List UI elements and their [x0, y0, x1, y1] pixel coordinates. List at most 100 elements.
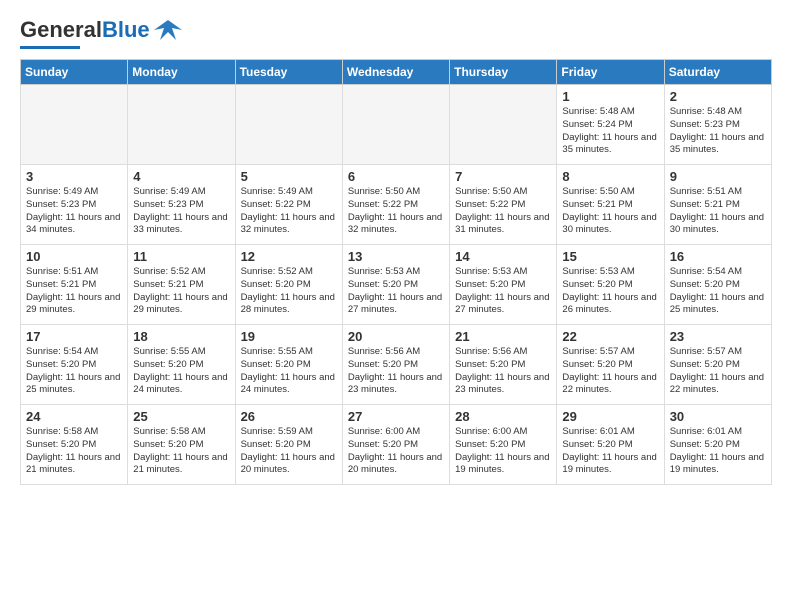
logo: GeneralBlue [20, 16, 182, 49]
day-info: Sunrise: 5:57 AM Sunset: 5:20 PM Dayligh… [562, 346, 658, 397]
day-number: 8 [562, 169, 658, 184]
day-info: Sunrise: 5:58 AM Sunset: 5:20 PM Dayligh… [26, 426, 122, 477]
day-number: 20 [348, 329, 444, 344]
col-header-saturday: Saturday [664, 60, 771, 85]
week-row-4: 24 Sunrise: 5:58 AM Sunset: 5:20 PM Dayli… [21, 405, 772, 485]
day-number: 21 [455, 329, 551, 344]
day-info: Sunrise: 5:55 AM Sunset: 5:20 PM Dayligh… [133, 346, 229, 397]
day-number: 29 [562, 409, 658, 424]
day-info: Sunrise: 5:49 AM Sunset: 5:22 PM Dayligh… [241, 186, 337, 237]
day-info: Sunrise: 5:52 AM Sunset: 5:20 PM Dayligh… [241, 266, 337, 317]
day-number: 28 [455, 409, 551, 424]
calendar-cell: 25 Sunrise: 5:58 AM Sunset: 5:20 PM Dayli… [128, 405, 235, 485]
day-number: 11 [133, 249, 229, 264]
col-header-monday: Monday [128, 60, 235, 85]
calendar-cell: 22 Sunrise: 5:57 AM Sunset: 5:20 PM Dayli… [557, 325, 664, 405]
day-info: Sunrise: 5:57 AM Sunset: 5:20 PM Dayligh… [670, 346, 766, 397]
day-number: 24 [26, 409, 122, 424]
day-number: 30 [670, 409, 766, 424]
calendar-cell: 8 Sunrise: 5:50 AM Sunset: 5:21 PM Daylig… [557, 165, 664, 245]
calendar-cell: 27 Sunrise: 6:00 AM Sunset: 5:20 PM Dayli… [342, 405, 449, 485]
logo-blue: Blue [102, 17, 150, 42]
calendar-cell: 28Sunrise: 6:00 AM Sunset: 5:20 PM Dayli… [450, 405, 557, 485]
calendar-cell: 23 Sunrise: 5:57 AM Sunset: 5:20 PM Dayli… [664, 325, 771, 405]
calendar-table: SundayMondayTuesdayWednesdayThursdayFrid… [20, 59, 772, 485]
col-header-thursday: Thursday [450, 60, 557, 85]
col-header-tuesday: Tuesday [235, 60, 342, 85]
calendar-cell: 24 Sunrise: 5:58 AM Sunset: 5:20 PM Dayli… [21, 405, 128, 485]
day-info: Sunrise: 5:51 AM Sunset: 5:21 PM Dayligh… [670, 186, 766, 237]
day-number: 7 [455, 169, 551, 184]
calendar-cell: 6Sunrise: 5:50 AM Sunset: 5:22 PM Daylig… [342, 165, 449, 245]
day-info: Sunrise: 5:49 AM Sunset: 5:23 PM Dayligh… [133, 186, 229, 237]
calendar-cell: 7 Sunrise: 5:50 AM Sunset: 5:22 PM Daylig… [450, 165, 557, 245]
day-info: Sunrise: 5:55 AM Sunset: 5:20 PM Dayligh… [241, 346, 337, 397]
calendar-cell: 14Sunrise: 5:53 AM Sunset: 5:20 PM Dayli… [450, 245, 557, 325]
day-number: 4 [133, 169, 229, 184]
day-info: Sunrise: 5:58 AM Sunset: 5:20 PM Dayligh… [133, 426, 229, 477]
day-number: 12 [241, 249, 337, 264]
day-info: Sunrise: 6:01 AM Sunset: 5:20 PM Dayligh… [670, 426, 766, 477]
day-number: 25 [133, 409, 229, 424]
day-number: 5 [241, 169, 337, 184]
calendar-cell: 3 Sunrise: 5:49 AM Sunset: 5:23 PM Daylig… [21, 165, 128, 245]
col-header-friday: Friday [557, 60, 664, 85]
calendar-cell: 4 Sunrise: 5:49 AM Sunset: 5:23 PM Daylig… [128, 165, 235, 245]
calendar-cell: 18 Sunrise: 5:55 AM Sunset: 5:20 PM Dayli… [128, 325, 235, 405]
day-info: Sunrise: 5:56 AM Sunset: 5:20 PM Dayligh… [348, 346, 444, 397]
day-info: Sunrise: 5:54 AM Sunset: 5:20 PM Dayligh… [26, 346, 122, 397]
calendar-cell: 29Sunrise: 6:01 AM Sunset: 5:20 PM Dayli… [557, 405, 664, 485]
day-number: 3 [26, 169, 122, 184]
day-number: 23 [670, 329, 766, 344]
calendar-cell: 1 Sunrise: 5:48 AM Sunset: 5:24 PM Daylig… [557, 85, 664, 165]
day-info: Sunrise: 5:49 AM Sunset: 5:23 PM Dayligh… [26, 186, 122, 237]
calendar-cell [235, 85, 342, 165]
logo-bird-icon [154, 16, 182, 44]
day-number: 1 [562, 89, 658, 104]
day-info: Sunrise: 5:50 AM Sunset: 5:22 PM Dayligh… [455, 186, 551, 237]
day-number: 18 [133, 329, 229, 344]
day-number: 6 [348, 169, 444, 184]
week-row-0: 1 Sunrise: 5:48 AM Sunset: 5:24 PM Daylig… [21, 85, 772, 165]
calendar-cell: 15Sunrise: 5:53 AM Sunset: 5:20 PM Dayli… [557, 245, 664, 325]
calendar-cell: 9 Sunrise: 5:51 AM Sunset: 5:21 PM Daylig… [664, 165, 771, 245]
day-info: Sunrise: 5:53 AM Sunset: 5:20 PM Dayligh… [562, 266, 658, 317]
calendar-cell: 21 Sunrise: 5:56 AM Sunset: 5:20 PM Dayli… [450, 325, 557, 405]
day-number: 14 [455, 249, 551, 264]
calendar-cell: 10Sunrise: 5:51 AM Sunset: 5:21 PM Dayli… [21, 245, 128, 325]
day-info: Sunrise: 5:59 AM Sunset: 5:20 PM Dayligh… [241, 426, 337, 477]
day-info: Sunrise: 6:00 AM Sunset: 5:20 PM Dayligh… [348, 426, 444, 477]
day-info: Sunrise: 5:48 AM Sunset: 5:23 PM Dayligh… [670, 106, 766, 157]
day-number: 16 [670, 249, 766, 264]
calendar-cell: 2 Sunrise: 5:48 AM Sunset: 5:23 PM Daylig… [664, 85, 771, 165]
calendar-cell: 19 Sunrise: 5:55 AM Sunset: 5:20 PM Dayli… [235, 325, 342, 405]
week-row-1: 3 Sunrise: 5:49 AM Sunset: 5:23 PM Daylig… [21, 165, 772, 245]
day-number: 27 [348, 409, 444, 424]
day-info: Sunrise: 5:50 AM Sunset: 5:21 PM Dayligh… [562, 186, 658, 237]
header: GeneralBlue [20, 16, 772, 49]
calendar-cell [450, 85, 557, 165]
calendar-cell: 16 Sunrise: 5:54 AM Sunset: 5:20 PM Dayli… [664, 245, 771, 325]
day-number: 2 [670, 89, 766, 104]
day-number: 17 [26, 329, 122, 344]
calendar-cell [21, 85, 128, 165]
day-info: Sunrise: 5:53 AM Sunset: 5:20 PM Dayligh… [348, 266, 444, 317]
day-info: Sunrise: 5:48 AM Sunset: 5:24 PM Dayligh… [562, 106, 658, 157]
calendar-cell: 26 Sunrise: 5:59 AM Sunset: 5:20 PM Dayli… [235, 405, 342, 485]
day-number: 19 [241, 329, 337, 344]
day-number: 9 [670, 169, 766, 184]
day-info: Sunrise: 5:54 AM Sunset: 5:20 PM Dayligh… [670, 266, 766, 317]
col-header-sunday: Sunday [21, 60, 128, 85]
day-number: 22 [562, 329, 658, 344]
week-row-2: 10Sunrise: 5:51 AM Sunset: 5:21 PM Dayli… [21, 245, 772, 325]
day-number: 26 [241, 409, 337, 424]
day-number: 13 [348, 249, 444, 264]
calendar-cell: 13 Sunrise: 5:53 AM Sunset: 5:20 PM Dayli… [342, 245, 449, 325]
day-info: Sunrise: 5:56 AM Sunset: 5:20 PM Dayligh… [455, 346, 551, 397]
logo-underline [20, 46, 80, 49]
calendar-cell: 20 Sunrise: 5:56 AM Sunset: 5:20 PM Dayli… [342, 325, 449, 405]
week-row-3: 17 Sunrise: 5:54 AM Sunset: 5:20 PM Dayli… [21, 325, 772, 405]
col-header-wednesday: Wednesday [342, 60, 449, 85]
page: GeneralBlue SundayMondayTuesdayWednesday… [0, 0, 792, 612]
calendar-cell: 17 Sunrise: 5:54 AM Sunset: 5:20 PM Dayli… [21, 325, 128, 405]
